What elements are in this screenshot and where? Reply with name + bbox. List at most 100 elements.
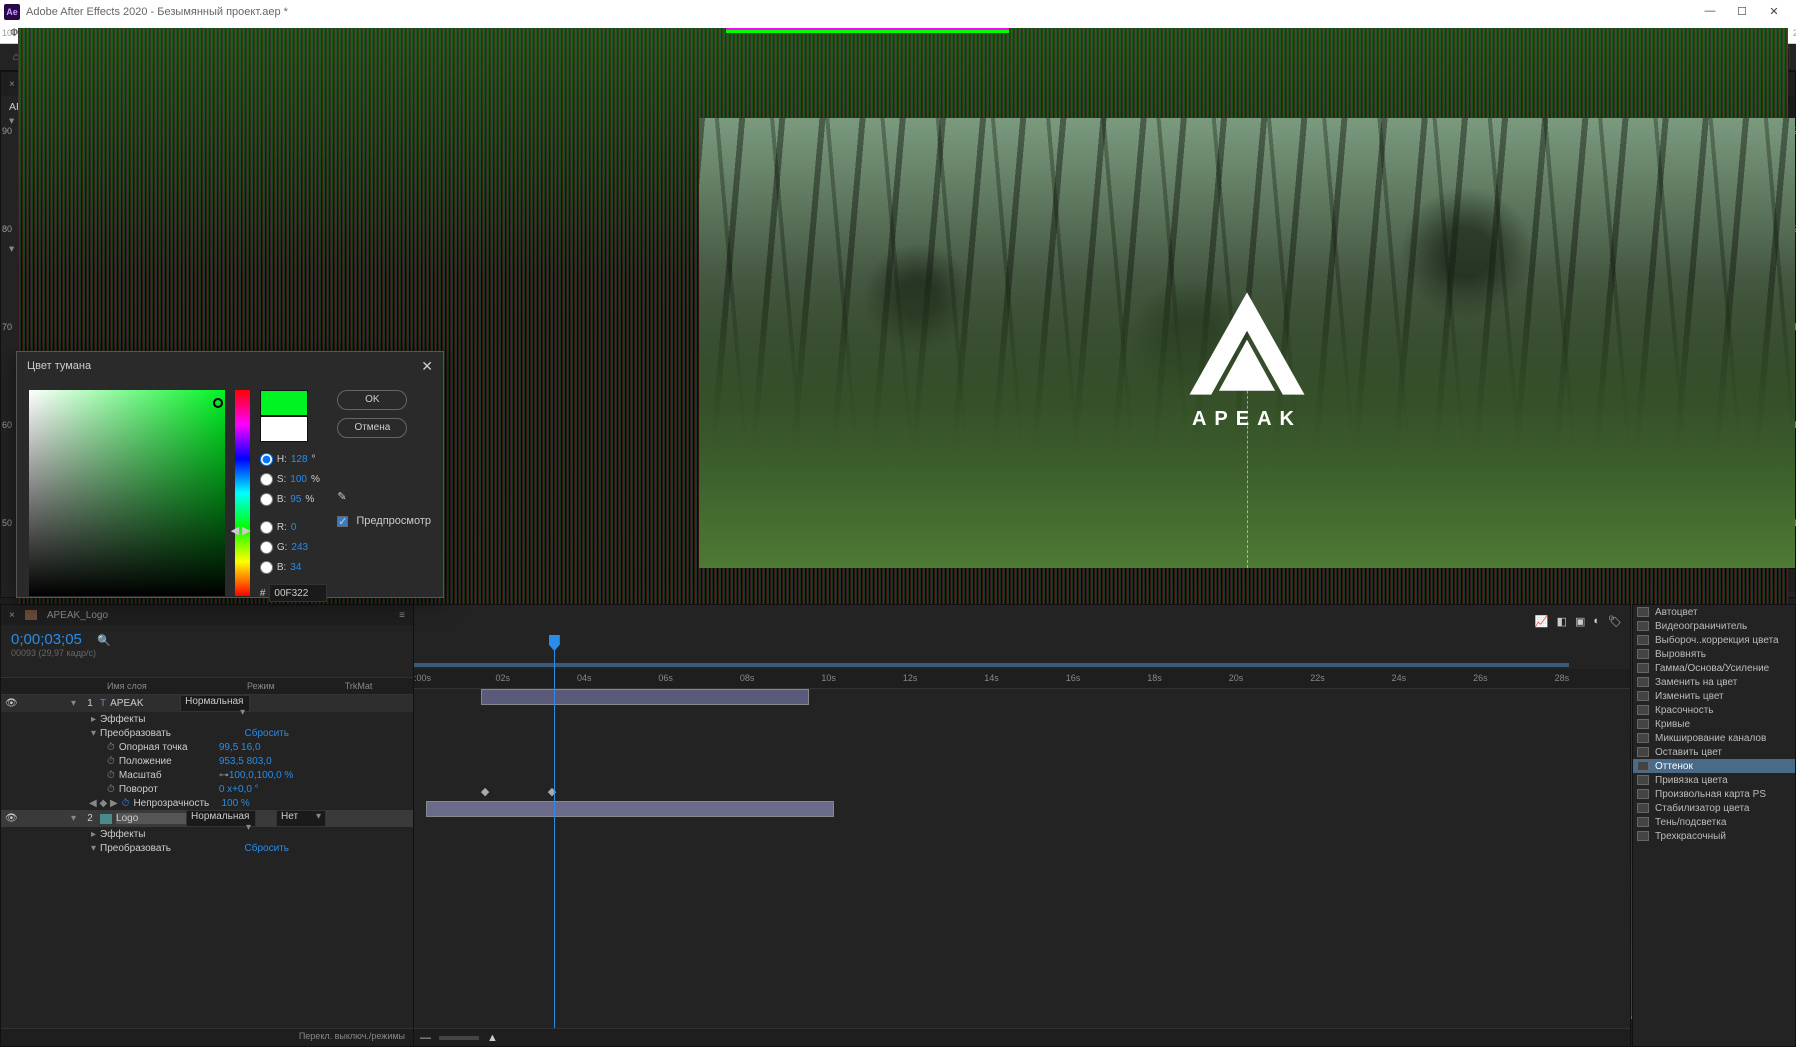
g-value[interactable]: 243 bbox=[291, 542, 308, 553]
graph-editor-icon[interactable]: 📈 bbox=[1535, 615, 1549, 628]
close-button[interactable]: ✕ bbox=[1764, 5, 1784, 18]
layer-name[interactable]: APEAK bbox=[110, 698, 180, 709]
layer-name[interactable]: Logo bbox=[116, 813, 186, 824]
expand-icon[interactable]: ▸ bbox=[91, 714, 96, 725]
ok-button[interactable]: OK bbox=[337, 390, 407, 410]
bv-value[interactable]: 34 bbox=[290, 562, 301, 573]
preset-item[interactable]: Стабилизатор цвета bbox=[1633, 801, 1795, 815]
dialog-close-icon[interactable]: ✕ bbox=[421, 358, 433, 375]
preset-item[interactable]: Выбороч..коррекция цвета bbox=[1633, 633, 1795, 647]
scale-value[interactable]: 100,0,100,0 % bbox=[229, 770, 294, 781]
h-radio[interactable] bbox=[260, 453, 273, 466]
preset-item[interactable]: Произвольная карта PS bbox=[1633, 787, 1795, 801]
bv-radio[interactable] bbox=[260, 561, 273, 574]
preset-item[interactable]: Видеоограничитель bbox=[1633, 619, 1795, 633]
zoom-slider[interactable] bbox=[439, 1036, 479, 1040]
trkmat-dropdown[interactable]: Нет bbox=[276, 810, 326, 827]
playhead[interactable] bbox=[554, 635, 555, 1046]
preset-item[interactable]: Гамма/Основа/Усиление bbox=[1633, 661, 1795, 675]
preview-checkbox[interactable]: ✓ bbox=[337, 516, 348, 527]
blend-mode-dropdown[interactable]: Нормальная bbox=[186, 810, 256, 827]
expand-icon[interactable]: ▾ bbox=[91, 728, 96, 739]
r-value[interactable]: 0 bbox=[291, 522, 297, 533]
preset-label: Оставить цвет bbox=[1655, 747, 1722, 758]
keyframe-icon[interactable]: ◆ bbox=[481, 785, 489, 798]
expand-icon[interactable]: ▸ bbox=[91, 829, 96, 840]
minimize-button[interactable]: — bbox=[1700, 5, 1720, 18]
color-field[interactable] bbox=[29, 390, 225, 596]
stopwatch-icon[interactable]: ⏱ bbox=[107, 742, 115, 753]
r-radio[interactable] bbox=[260, 521, 273, 534]
toggle-switches[interactable]: Перекл. выключ./режимы bbox=[1, 1028, 413, 1046]
preset-item[interactable]: Кривые bbox=[1633, 717, 1795, 731]
b-radio[interactable] bbox=[260, 493, 273, 506]
preset-item[interactable]: Автоцвет bbox=[1633, 605, 1795, 619]
draft-icon[interactable]: ▣ bbox=[1575, 615, 1585, 628]
preset-item[interactable]: Выровнять bbox=[1633, 647, 1795, 661]
transform-group[interactable]: Преобразовать bbox=[100, 728, 171, 739]
layer-bar[interactable] bbox=[481, 689, 809, 705]
preset-item[interactable]: Привязка цвета bbox=[1633, 773, 1795, 787]
keyframe-icon[interactable]: ◆ bbox=[548, 785, 556, 798]
expand-icon[interactable]: ▾ bbox=[91, 843, 96, 854]
position-value[interactable]: 953,5 803,0 bbox=[219, 756, 272, 767]
stopwatch-icon[interactable]: ⏱ bbox=[107, 784, 115, 795]
transform-reset[interactable]: Сбросить bbox=[245, 728, 289, 739]
preset-item[interactable]: Оттенок bbox=[1633, 759, 1795, 773]
layer-bar[interactable] bbox=[426, 801, 833, 817]
stopwatch-icon[interactable]: ⏱ bbox=[107, 756, 115, 767]
preset-item[interactable]: Изменить цвет bbox=[1633, 689, 1795, 703]
visibility-icon[interactable]: 👁 bbox=[5, 698, 21, 709]
visibility-icon[interactable]: 👁 bbox=[5, 813, 21, 824]
rotation-value[interactable]: 0 x+0,0 ° bbox=[219, 784, 259, 795]
layer-row[interactable]: 👁 ▾ 2 Logo Нормальная Нет bbox=[1, 810, 413, 827]
anchor-value[interactable]: 99,5 16,0 bbox=[219, 742, 261, 753]
zoom-out-icon[interactable]: — bbox=[420, 1032, 431, 1044]
effects-group[interactable]: Эффекты bbox=[100, 714, 145, 725]
time-ruler[interactable]: :00s02s04s06s08s10s12s14s16s18s20s22s24s… bbox=[414, 669, 1630, 689]
work-area-bar[interactable] bbox=[414, 663, 1569, 667]
cancel-button[interactable]: Отмена bbox=[337, 418, 407, 438]
b-value[interactable]: 95 bbox=[290, 494, 301, 505]
composition-viewer[interactable]: APEAK bbox=[699, 118, 1795, 568]
color-cursor[interactable] bbox=[213, 398, 223, 408]
blend-mode-dropdown[interactable]: Нормальная bbox=[180, 695, 250, 712]
preset-item[interactable]: Тень/подсветка bbox=[1633, 815, 1795, 829]
preset-item[interactable]: Заменить на цвет bbox=[1633, 675, 1795, 689]
preset-icon bbox=[1637, 635, 1649, 645]
comp-flow-icon[interactable]: ◧ bbox=[1557, 615, 1567, 628]
link-icon[interactable]: ⊶ bbox=[219, 770, 229, 781]
preset-item[interactable]: Оставить цвет bbox=[1633, 745, 1795, 759]
stopwatch-icon[interactable]: ⏱ bbox=[107, 770, 115, 781]
maximize-button[interactable]: ☐ bbox=[1732, 5, 1752, 18]
expand-layer-icon[interactable]: ▾ bbox=[71, 698, 76, 709]
eyedropper-icon[interactable]: ✎ bbox=[337, 490, 346, 503]
s-value[interactable]: 100 bbox=[290, 474, 307, 485]
opacity-value[interactable]: 100 % bbox=[221, 798, 249, 809]
current-timecode[interactable]: 0;00;03;05 bbox=[11, 631, 82, 648]
panel-close-icon[interactable]: × bbox=[9, 610, 15, 621]
motion-blur-icon[interactable]: ◐ bbox=[1593, 615, 1600, 627]
expand-layer-icon[interactable]: ▾ bbox=[71, 813, 76, 824]
keyframe-nav-icon[interactable]: ◀ ◆ ▶ bbox=[89, 798, 118, 809]
transform-group[interactable]: Преобразовать bbox=[100, 843, 171, 854]
hex-input[interactable] bbox=[269, 584, 327, 602]
preset-item[interactable]: Красочность bbox=[1633, 703, 1795, 717]
preset-icon bbox=[1637, 733, 1649, 743]
layer-row[interactable]: 👁 ▾ 1 T APEAK Нормальная bbox=[1, 695, 413, 712]
time-tick: 20s bbox=[1229, 673, 1244, 683]
g-radio[interactable] bbox=[260, 541, 273, 554]
preset-item[interactable]: Трехкрасочный bbox=[1633, 829, 1795, 843]
time-tick: 14s bbox=[984, 673, 999, 683]
transform-reset[interactable]: Сбросить bbox=[245, 843, 289, 854]
hue-slider[interactable]: ◀ ▶ bbox=[235, 390, 250, 596]
hue-cursor[interactable]: ◀ ▶ bbox=[231, 520, 255, 528]
h-value[interactable]: 128 bbox=[291, 454, 308, 465]
tag-icon[interactable]: 🏷 bbox=[1608, 615, 1622, 628]
effects-group[interactable]: Эффекты bbox=[100, 829, 145, 840]
preset-item[interactable]: Микширование каналов bbox=[1633, 731, 1795, 745]
s-radio[interactable] bbox=[260, 473, 273, 486]
stopwatch-on-icon[interactable]: ⏱ bbox=[122, 798, 130, 809]
timeline-search-icon[interactable]: 🔍 bbox=[97, 635, 111, 647]
zoom-in-icon[interactable]: ▲ bbox=[487, 1032, 498, 1044]
